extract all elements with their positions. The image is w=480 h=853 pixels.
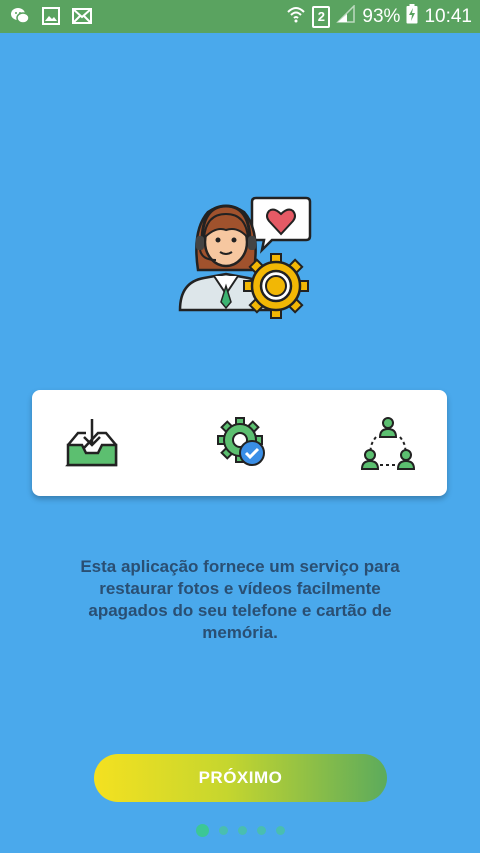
features-card: [32, 390, 447, 496]
page-dot-5[interactable]: [275, 825, 285, 835]
image-icon: [42, 7, 60, 30]
gear-check-icon: [214, 415, 270, 471]
customer-support-agent-icon: [168, 190, 318, 322]
page-dot-3[interactable]: [237, 825, 247, 835]
page-dot-2[interactable]: [218, 825, 228, 835]
sim-icon: 2: [312, 5, 331, 28]
mail-icon: [72, 8, 92, 29]
page-indicator: [0, 822, 480, 838]
network-people-icon: [360, 415, 416, 471]
onboarding-description: Esta aplicação fornece um serviço para r…: [80, 557, 400, 642]
clock: 10:41: [424, 5, 472, 27]
download-inbox-icon: [64, 415, 120, 471]
next-button[interactable]: PRÓXIMO: [94, 754, 387, 802]
notification-icons: [10, 6, 92, 31]
system-icons: 2 93% 10:41: [286, 0, 472, 33]
battery-charging-icon: [406, 4, 418, 29]
battery-percentage: 93%: [362, 5, 401, 27]
page-dot-4[interactable]: [256, 825, 266, 835]
wechat-icon: [10, 6, 30, 31]
signal-icon: [336, 4, 356, 28]
page-dot-1[interactable]: [195, 823, 209, 837]
wifi-icon: [286, 4, 306, 29]
status-bar: 2 93% 10:41: [0, 0, 480, 33]
